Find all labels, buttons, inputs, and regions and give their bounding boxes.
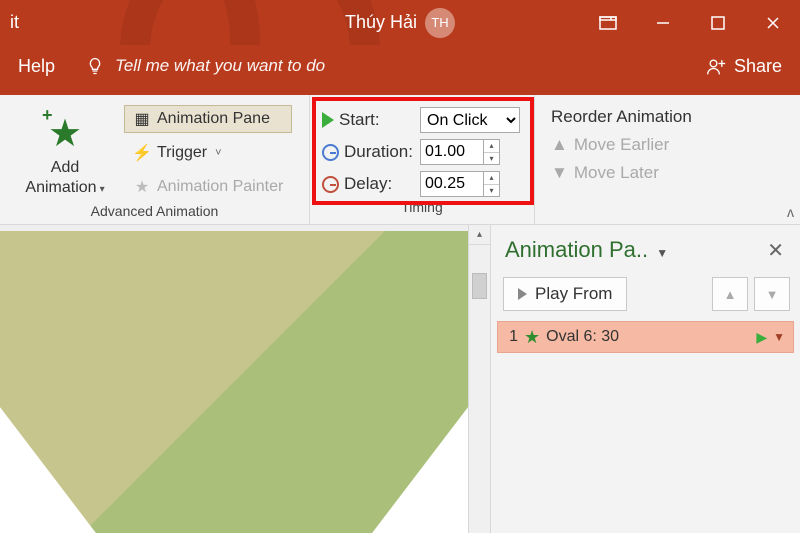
share-button[interactable]: Share bbox=[706, 56, 782, 77]
title-bar: it Thúy Hải TH bbox=[0, 0, 800, 45]
trigger-label: Trigger bbox=[157, 144, 207, 162]
move-earlier-label: Move Earlier bbox=[574, 135, 669, 155]
duration-clock-icon bbox=[322, 144, 339, 161]
animation-item-menu-button[interactable]: ▼ bbox=[773, 330, 785, 344]
animation-item-index: 1 bbox=[504, 328, 518, 346]
close-button[interactable] bbox=[745, 0, 800, 45]
group-timing: Start: On Click Duration: ▴▾ Delay: ▴▾ T… bbox=[310, 95, 535, 224]
tell-me-search[interactable]: Tell me what you want to do bbox=[85, 56, 325, 76]
workspace: ▴ Animation Pa.. ▼ ✕ Play From ▲ ▼ 1 ★ O… bbox=[0, 225, 800, 533]
add-animation-label-2: Animation bbox=[25, 179, 96, 196]
move-later-label: Move Later bbox=[574, 163, 659, 183]
slide-area[interactable] bbox=[0, 225, 468, 533]
duration-up[interactable]: ▴ bbox=[484, 140, 499, 153]
move-earlier-button: ▲ Move Earlier bbox=[551, 135, 784, 155]
play-from-label: Play From bbox=[535, 284, 612, 304]
minimize-button[interactable] bbox=[635, 0, 690, 45]
move-up-button[interactable]: ▲ bbox=[712, 277, 748, 311]
vertical-scrollbar[interactable]: ▴ bbox=[468, 225, 490, 533]
maximize-button[interactable] bbox=[690, 0, 745, 45]
trigger-icon: ⚡ bbox=[133, 143, 151, 163]
move-earlier-icon: ▲ bbox=[551, 135, 568, 155]
start-label: Start: bbox=[339, 110, 380, 130]
animation-pane-icon: ▦ bbox=[133, 109, 151, 129]
slide-canvas[interactable] bbox=[0, 231, 468, 533]
animation-pane-close-button[interactable]: ✕ bbox=[761, 238, 790, 263]
animation-item[interactable]: 1 ★ Oval 6: 30 ▶ ▼ bbox=[497, 321, 794, 353]
title-fragment: it bbox=[0, 12, 19, 33]
animation-pane-button[interactable]: ▦ Animation Pane bbox=[124, 105, 292, 133]
duration-down[interactable]: ▾ bbox=[484, 153, 499, 165]
lightbulb-icon bbox=[85, 56, 105, 76]
collapse-ribbon-button[interactable]: ʌ bbox=[787, 204, 794, 220]
animation-pane: Animation Pa.. ▼ ✕ Play From ▲ ▼ 1 ★ Ova… bbox=[490, 225, 800, 533]
animation-item-play-icon: ▶ bbox=[756, 329, 767, 346]
animation-pane-title[interactable]: Animation Pa.. ▼ bbox=[505, 237, 761, 263]
trigger-button[interactable]: ⚡ Trigger ˅ bbox=[124, 139, 292, 167]
ribbon: ★+ AddAnimation▾ ▦ Animation Pane ⚡ Trig… bbox=[0, 95, 800, 225]
move-down-button[interactable]: ▼ bbox=[754, 277, 790, 311]
play-icon bbox=[518, 288, 527, 300]
add-animation-label-1: Add bbox=[51, 159, 79, 176]
animation-list: 1 ★ Oval 6: 30 ▶ ▼ bbox=[491, 321, 800, 353]
animation-painter-label: Animation Painter bbox=[157, 178, 283, 196]
duration-spinner[interactable]: ▴▾ bbox=[420, 139, 500, 165]
delay-input[interactable] bbox=[421, 172, 483, 196]
move-later-icon: ▼ bbox=[551, 163, 568, 183]
avatar[interactable]: TH bbox=[425, 8, 455, 38]
scroll-up-button[interactable]: ▴ bbox=[469, 225, 490, 245]
tell-me-placeholder: Tell me what you want to do bbox=[115, 56, 325, 76]
delay-up[interactable]: ▴ bbox=[484, 172, 499, 185]
scroll-thumb[interactable] bbox=[472, 273, 487, 299]
start-select[interactable]: On Click bbox=[420, 107, 520, 133]
ribbon-tab-row: Help Tell me what you want to do Share bbox=[0, 45, 800, 95]
plus-icon: + bbox=[42, 105, 53, 126]
chevron-down-icon: ▼ bbox=[656, 246, 668, 260]
ribbon-display-options-button[interactable] bbox=[580, 0, 635, 45]
user-name: Thúy Hải bbox=[345, 12, 417, 33]
delay-clock-icon bbox=[322, 176, 339, 193]
delay-down[interactable]: ▾ bbox=[484, 185, 499, 197]
reorder-title: Reorder Animation bbox=[551, 107, 784, 127]
move-later-button: ▼ Move Later bbox=[551, 163, 784, 183]
duration-input[interactable] bbox=[421, 140, 483, 164]
animation-item-star-icon: ★ bbox=[524, 327, 540, 348]
add-animation-star-icon: ★+ bbox=[48, 111, 82, 156]
animation-pane-label: Animation Pane bbox=[157, 110, 270, 128]
group-label-advanced: Advanced Animation bbox=[10, 201, 299, 223]
delay-label: Delay: bbox=[344, 174, 392, 194]
animation-painter-icon: ★ bbox=[133, 177, 151, 197]
add-animation-button[interactable]: ★+ AddAnimation▾ bbox=[10, 101, 120, 201]
group-advanced-animation: ★+ AddAnimation▾ ▦ Animation Pane ⚡ Trig… bbox=[0, 95, 310, 224]
delay-spinner[interactable]: ▴▾ bbox=[420, 171, 500, 197]
group-reorder: Reorder Animation ▲ Move Earlier ▼ Move La… bbox=[535, 95, 800, 224]
play-from-button[interactable]: Play From bbox=[503, 277, 627, 311]
duration-label: Duration: bbox=[344, 142, 413, 162]
group-label-timing: Timing bbox=[320, 197, 524, 219]
animation-item-name: Oval 6: 30 bbox=[546, 328, 750, 346]
share-icon bbox=[706, 56, 726, 76]
animation-painter-button: ★ Animation Painter bbox=[124, 173, 292, 201]
help-tab[interactable]: Help bbox=[18, 56, 55, 77]
share-label: Share bbox=[734, 56, 782, 77]
start-play-icon bbox=[322, 112, 334, 128]
